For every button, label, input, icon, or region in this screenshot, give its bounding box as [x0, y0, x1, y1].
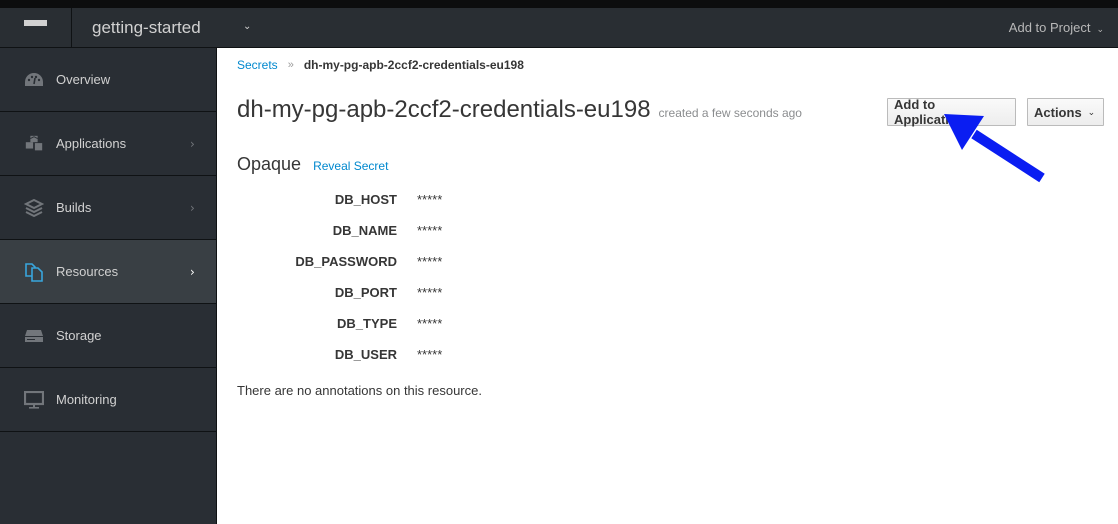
sidebar-item-storage[interactable]: Storage: [0, 304, 216, 368]
add-to-application-button[interactable]: Add to Application: [887, 97, 1016, 127]
chevron-right-icon: ›: [190, 200, 195, 215]
secret-key: DB_HOST: [334, 192, 397, 207]
monitor-icon: [24, 390, 44, 410]
sidebar-item-monitoring[interactable]: Monitoring: [0, 368, 216, 432]
files-icon: [24, 262, 44, 282]
window-top-strip: [0, 0, 1118, 8]
secret-value: *****: [417, 254, 443, 269]
secret-key: DB_PASSWORD: [295, 254, 397, 269]
breadcrumb: Secrets » dh-my-pg-apb-2ccf2-credentials…: [237, 58, 524, 72]
main-content: Secrets » dh-my-pg-apb-2ccf2-credentials…: [217, 48, 1118, 524]
sidebar-item-label: Storage: [56, 328, 102, 343]
secret-value: *****: [417, 285, 443, 300]
chevron-down-icon: ⌄: [1087, 106, 1096, 117]
sidebar-item-label: Builds: [56, 200, 92, 215]
secret-entry: DB_NAME *****: [237, 215, 443, 246]
chevron-right-icon: ›: [190, 264, 195, 279]
sidebar-item-applications[interactable]: Applications ›: [0, 112, 216, 176]
sidebar-item-overview[interactable]: Overview: [0, 48, 216, 112]
annotations-message: There are no annotations on this resourc…: [237, 383, 482, 398]
storage-icon: [24, 326, 44, 346]
add-to-project-label: Add to Project: [1008, 20, 1091, 35]
secret-entry: DB_PORT *****: [237, 277, 442, 308]
reveal-secret-link[interactable]: Reveal Secret: [313, 159, 388, 173]
secret-entry: DB_PASSWORD *****: [237, 246, 442, 277]
secret-entry: DB_HOST *****: [237, 184, 442, 215]
breadcrumb-secrets-link[interactable]: Secrets: [237, 58, 278, 72]
top-navbar: getting-started ⌄ Add to Project ⌄: [0, 8, 1118, 48]
sidebar-item-label: Applications: [56, 136, 127, 151]
hamburger-icon: [24, 20, 47, 35]
secret-key: DB_USER: [334, 347, 397, 362]
secret-key: DB_TYPE: [337, 316, 397, 331]
project-selector[interactable]: getting-started: [92, 8, 201, 47]
sidebar-item-label: Overview: [56, 72, 111, 87]
page-title: dh-my-pg-apb-2ccf2-credentials-eu198: [237, 96, 651, 123]
secret-entries: DB_HOST ***** DB_NAME ***** DB_PASSWORD …: [237, 184, 442, 370]
actions-label: Actions: [1034, 104, 1082, 120]
chevron-down-icon: ⌄: [1096, 24, 1104, 34]
menu-toggle-button[interactable]: [0, 8, 72, 47]
secret-value: *****: [417, 192, 443, 207]
layers-icon: [24, 198, 44, 218]
page-header: dh-my-pg-apb-2ccf2-credentials-eu198 cre…: [237, 96, 802, 124]
breadcrumb-separator-icon: »: [287, 59, 294, 71]
secret-type-row: Opaque Reveal Secret: [237, 154, 388, 175]
secret-value: *****: [417, 316, 443, 331]
chevron-down-icon[interactable]: ⌄: [243, 8, 251, 47]
created-timestamp: created a few seconds ago: [658, 106, 802, 120]
secret-key: DB_NAME: [332, 223, 397, 238]
dashboard-icon: [24, 70, 44, 90]
secret-entry: DB_USER *****: [237, 339, 442, 370]
secret-value: *****: [417, 347, 443, 362]
actions-dropdown-button[interactable]: Actions ⌄: [1027, 98, 1104, 126]
sidebar: Overview Applications › Builds › Resourc…: [0, 48, 217, 524]
secret-value: *****: [417, 223, 443, 238]
cubes-icon: [24, 134, 44, 154]
sidebar-item-label: Monitoring: [56, 392, 117, 407]
add-to-project-menu[interactable]: Add to Project ⌄: [1009, 8, 1104, 47]
sidebar-item-label: Resources: [56, 264, 119, 279]
sidebar-item-resources[interactable]: Resources ›: [0, 240, 216, 304]
breadcrumb-current: dh-my-pg-apb-2ccf2-credentials-eu198: [303, 58, 524, 72]
chevron-right-icon: ›: [190, 136, 195, 151]
secret-entry: DB_TYPE *****: [237, 308, 442, 339]
secret-key: DB_PORT: [334, 285, 397, 300]
sidebar-item-builds[interactable]: Builds ›: [0, 176, 216, 240]
secret-type: Opaque: [237, 154, 302, 174]
